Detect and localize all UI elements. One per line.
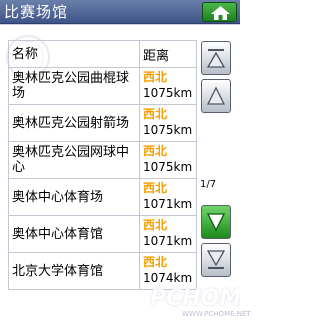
list-header: 名称 距离 xyxy=(9,41,196,68)
column-header-name: 名称 xyxy=(9,41,140,67)
venue-direction: 西北 xyxy=(143,70,168,84)
list-item[interactable]: 奥体中心体育馆 西北 1071km xyxy=(9,216,196,253)
page-indicator: 1/7 xyxy=(200,179,217,190)
content-panel: 名称 距离 奥林匹克公园曲棍球场 西北 1075km 奥林匹克公园射箭场 西北 … xyxy=(0,24,240,320)
home-icon xyxy=(211,6,230,20)
venue-name: 奥体中心体育场 xyxy=(9,179,140,215)
list-item[interactable]: 奥林匹克公园射箭场 西北 1075km xyxy=(9,105,196,142)
venue-distance: 1075km xyxy=(143,86,193,100)
arrow-down-bar-icon xyxy=(206,250,226,269)
list-item[interactable]: 奥林匹克公园网球中心 西北 1075km xyxy=(9,142,196,179)
venue-distance-cell: 西北 1071km xyxy=(140,216,196,252)
venue-name: 奥体中心体育馆 xyxy=(9,216,140,252)
venue-distance: 1071km xyxy=(143,197,193,211)
column-header-distance: 距离 xyxy=(143,48,170,64)
page-down-button[interactable] xyxy=(201,205,231,239)
venue-distance-cell: 西北 1075km xyxy=(140,105,196,141)
list-item[interactable]: 奥体中心体育场 西北 1071km xyxy=(9,179,196,216)
venue-distance-cell: 西北 1075km xyxy=(140,142,196,178)
venue-distance: 1075km xyxy=(143,160,193,174)
venue-name: 奥林匹克公园曲棍球场 xyxy=(9,68,140,104)
venue-name: 奥林匹克公园网球中心 xyxy=(9,142,140,178)
venue-distance: 1075km xyxy=(143,123,193,137)
venue-direction: 西北 xyxy=(143,181,168,195)
home-button[interactable] xyxy=(202,2,237,22)
list-item[interactable]: 奥林匹克公园曲棍球场 西北 1075km xyxy=(9,68,196,105)
venue-distance-cell: 西北 1075km xyxy=(140,68,196,104)
venue-name: 北京大学体育馆 xyxy=(9,253,140,289)
page-bottom-button[interactable] xyxy=(201,243,231,277)
venue-distance-cell: 西北 1071km xyxy=(140,179,196,215)
venue-direction: 西北 xyxy=(143,107,168,121)
venue-distance: 1071km xyxy=(143,234,193,248)
venue-direction: 西北 xyxy=(143,144,168,158)
venue-direction: 西北 xyxy=(143,255,168,269)
title-bar: 比赛场馆 xyxy=(0,0,240,24)
venue-list: 名称 距离 奥林匹克公园曲棍球场 西北 1075km 奥林匹克公园射箭场 西北 … xyxy=(8,40,197,290)
page-top-button[interactable] xyxy=(201,41,231,75)
arrow-up-bar-icon xyxy=(206,49,226,68)
site-watermark: WWW.PCHOME.NET xyxy=(182,310,251,318)
venue-direction: 西北 xyxy=(143,218,168,232)
arrow-up-icon xyxy=(206,86,226,105)
window-title: 比赛场馆 xyxy=(4,3,69,21)
venue-distance-cell: 西北 1074km xyxy=(140,253,196,289)
venue-distance: 1074km xyxy=(143,271,193,285)
page-up-button[interactable] xyxy=(201,79,231,113)
arrow-down-icon xyxy=(206,213,226,232)
list-item[interactable]: 北京大学体育馆 西北 1074km xyxy=(9,253,196,290)
venue-name: 奥林匹克公园射箭场 xyxy=(9,105,140,141)
